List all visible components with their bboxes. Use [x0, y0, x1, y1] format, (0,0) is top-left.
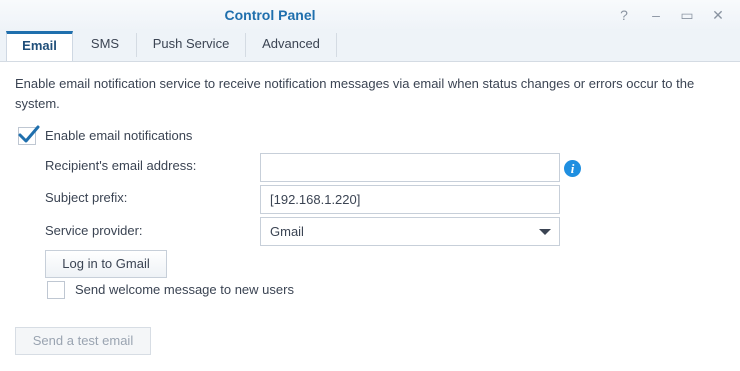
send-test-email-button[interactable]: Send a test email: [15, 327, 151, 355]
tab-push-service[interactable]: Push Service: [137, 33, 246, 57]
help-button[interactable]: ?: [614, 6, 634, 24]
enable-email-checkbox[interactable]: [18, 125, 40, 145]
service-provider-select[interactable]: Gmail: [260, 217, 560, 246]
service-provider-label: Service provider:: [45, 223, 143, 238]
chevron-down-icon: [539, 229, 551, 235]
minimize-button[interactable]: –: [646, 6, 666, 24]
title-bar: Control Panel ? – ▭ ✕: [0, 0, 740, 31]
subject-prefix-label: Subject prefix:: [45, 190, 128, 205]
login-gmail-button[interactable]: Log in to Gmail: [45, 250, 167, 278]
welcome-message-label: Send welcome message to new users: [75, 282, 294, 297]
welcome-message-checkbox[interactable]: [47, 281, 65, 299]
enable-email-label: Enable email notifications: [45, 128, 193, 143]
recipient-label: Recipient's email address:: [45, 158, 197, 173]
checkmark-icon: [18, 125, 40, 143]
maximize-button[interactable]: ▭: [677, 6, 697, 24]
tab-email[interactable]: Email: [6, 31, 73, 61]
window-title: Control Panel: [224, 7, 316, 23]
service-provider-value: Gmail: [270, 224, 304, 239]
info-icon[interactable]: i: [564, 160, 581, 177]
description-text: Enable email notification service to rec…: [15, 76, 695, 111]
tab-advanced[interactable]: Advanced: [246, 33, 337, 57]
close-button[interactable]: ✕: [708, 6, 728, 24]
subject-prefix-input[interactable]: [192.168.1.220]: [260, 185, 560, 214]
tab-sms[interactable]: SMS: [74, 33, 137, 57]
tab-bar: Email SMS Push Service Advanced: [0, 31, 740, 62]
recipient-email-input[interactable]: [260, 153, 560, 182]
